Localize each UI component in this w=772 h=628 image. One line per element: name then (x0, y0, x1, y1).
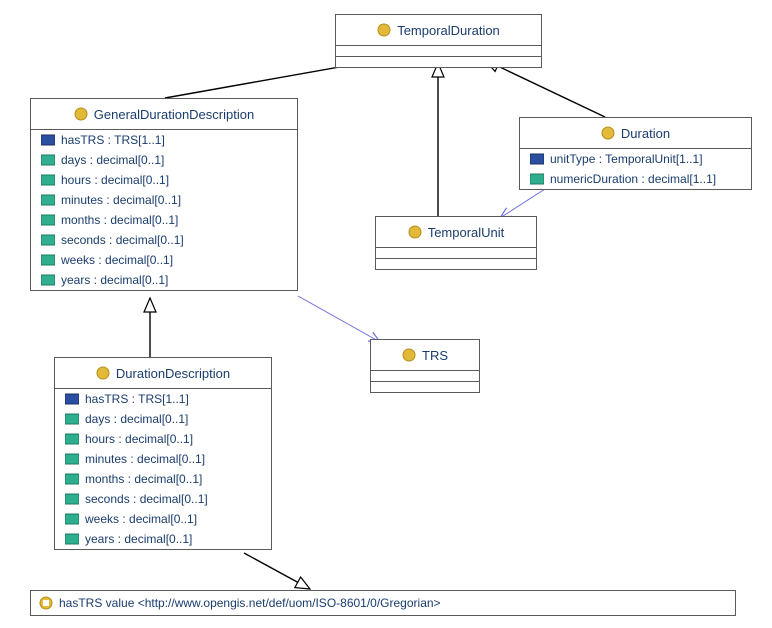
class-general-duration-description: GeneralDurationDescription hasTRS : TRS[… (30, 98, 298, 291)
attr-minutes: minutes : decimal[0..1] (31, 190, 297, 210)
attr-seconds: seconds : decimal[0..1] (31, 230, 297, 250)
class-icon (96, 366, 110, 380)
attr-months: months : decimal[0..1] (31, 210, 297, 230)
attr-numericDuration: numericDuration : decimal[1..1] (520, 169, 751, 189)
class-icon (377, 23, 391, 37)
attributes-compartment: hasTRS : TRS[1..1] days : decimal[0..1] … (55, 389, 271, 549)
datatype-property-icon (65, 432, 79, 446)
datatype-property-icon (41, 213, 55, 227)
datatype-property-icon (41, 253, 55, 267)
attributes-compartment: unitType : TemporalUnit[1..1] numericDur… (520, 149, 751, 189)
class-icon (74, 107, 88, 121)
empty-compartment (336, 46, 541, 57)
datatype-property-icon (65, 452, 79, 466)
datatype-property-icon (41, 173, 55, 187)
class-title: Duration (520, 118, 751, 149)
empty-compartment (371, 371, 479, 382)
restriction-icon (39, 596, 53, 610)
class-title: GeneralDurationDescription (31, 99, 297, 130)
class-title: TRS (371, 340, 479, 371)
class-icon (402, 348, 416, 362)
edge-dd-to-restriction (244, 553, 310, 589)
attr-unitType: unitType : TemporalUnit[1..1] (520, 149, 751, 169)
object-property-icon (65, 392, 79, 406)
attr-months: months : decimal[0..1] (55, 469, 271, 489)
class-temporal-duration: TemporalDuration (335, 14, 542, 68)
class-title: TemporalDuration (336, 15, 541, 46)
attr-hasTRS: hasTRS : TRS[1..1] (31, 130, 297, 150)
attr-hours: hours : decimal[0..1] (31, 170, 297, 190)
class-title: DurationDescription (55, 358, 271, 389)
object-property-icon (530, 152, 544, 166)
class-name: Duration (621, 126, 670, 141)
attr-hasTRS: hasTRS : TRS[1..1] (55, 389, 271, 409)
datatype-property-icon (65, 512, 79, 526)
attr-years: years : decimal[0..1] (55, 529, 271, 549)
edge-gdd-to-trs (298, 296, 380, 342)
datatype-property-icon (65, 492, 79, 506)
class-trs: TRS (370, 339, 480, 393)
class-name: TRS (422, 348, 448, 363)
empty-compartment (336, 57, 541, 67)
attr-years: years : decimal[0..1] (31, 270, 297, 290)
attributes-compartment: hasTRS : TRS[1..1] days : decimal[0..1] … (31, 130, 297, 290)
edge-duration-to-temporalduration (485, 60, 605, 117)
datatype-property-icon (530, 172, 544, 186)
object-property-icon (41, 133, 55, 147)
attr-days: days : decimal[0..1] (31, 150, 297, 170)
attr-seconds: seconds : decimal[0..1] (55, 489, 271, 509)
class-icon (408, 225, 422, 239)
class-name: TemporalDuration (397, 23, 500, 38)
attr-hours: hours : decimal[0..1] (55, 429, 271, 449)
class-duration: Duration unitType : TemporalUnit[1..1] n… (519, 117, 752, 190)
datatype-property-icon (65, 472, 79, 486)
class-name: GeneralDurationDescription (94, 107, 254, 122)
empty-compartment (376, 259, 536, 269)
datatype-property-icon (41, 233, 55, 247)
attr-weeks: weeks : decimal[0..1] (55, 509, 271, 529)
datatype-property-icon (41, 153, 55, 167)
attr-days: days : decimal[0..1] (55, 409, 271, 429)
empty-compartment (371, 382, 479, 392)
datatype-property-icon (65, 532, 79, 546)
class-icon (601, 126, 615, 140)
datatype-property-icon (65, 412, 79, 426)
class-name: TemporalUnit (428, 225, 505, 240)
datatype-property-icon (41, 273, 55, 287)
attr-weeks: weeks : decimal[0..1] (31, 250, 297, 270)
class-duration-description: DurationDescription hasTRS : TRS[1..1] d… (54, 357, 272, 550)
class-temporal-unit: TemporalUnit (375, 216, 537, 270)
empty-compartment (376, 248, 536, 259)
datatype-property-icon (41, 193, 55, 207)
restriction-label: hasTRS value <http://www.opengis.net/def… (59, 596, 441, 610)
restriction-hasTRS-gregorian: hasTRS value <http://www.opengis.net/def… (30, 590, 736, 616)
class-title: TemporalUnit (376, 217, 536, 248)
attr-minutes: minutes : decimal[0..1] (55, 449, 271, 469)
class-name: DurationDescription (116, 366, 230, 381)
